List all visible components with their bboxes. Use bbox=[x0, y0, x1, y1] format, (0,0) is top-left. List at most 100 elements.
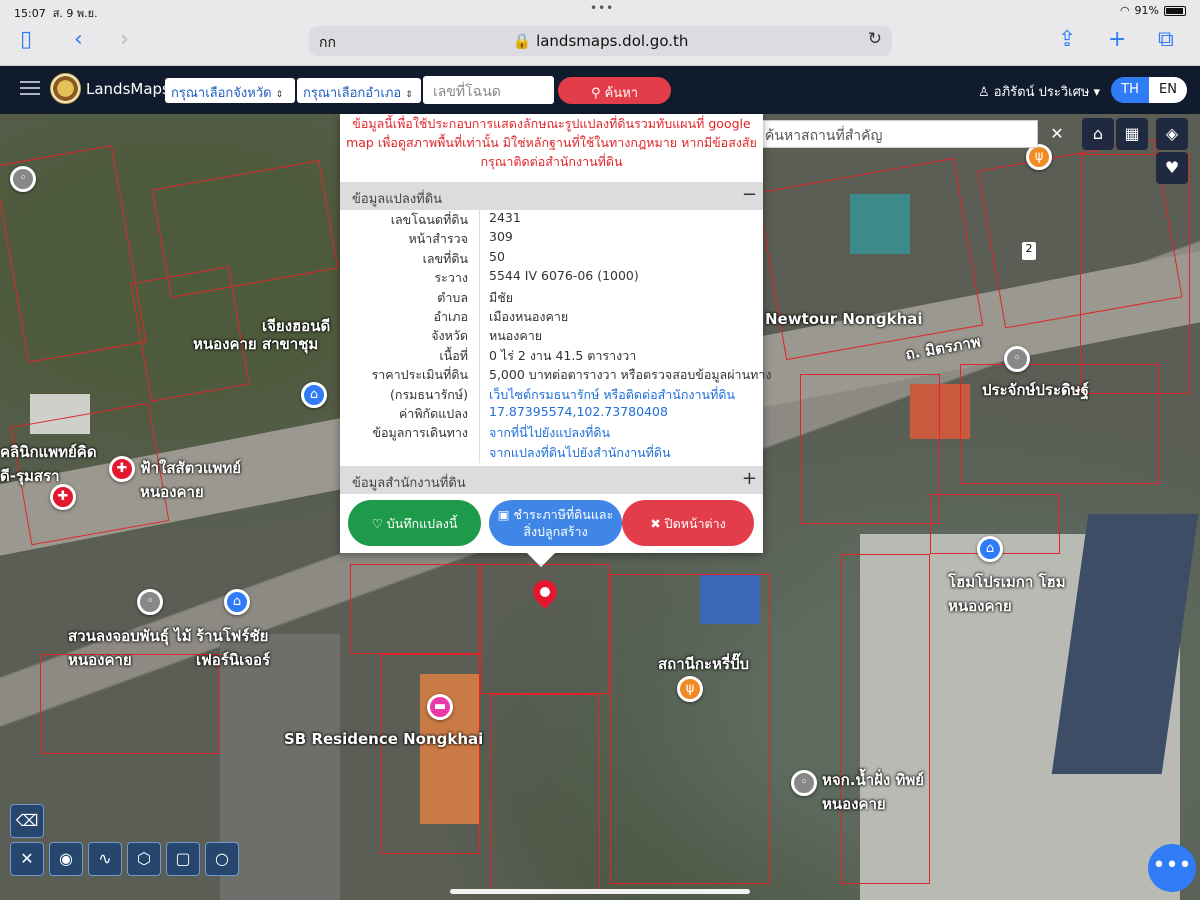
search-button[interactable]: ⚲ ค้นหา bbox=[558, 77, 671, 104]
expand-icon[interactable]: + bbox=[742, 468, 757, 489]
detail-row: ค่าพิกัดแปลง 17.87395574,102.73780408 bbox=[398, 403, 668, 421]
address-bar[interactable]: กก 🔒 landsmaps.dol.go.th ↻ bbox=[309, 26, 892, 56]
app-navbar: LandsMaps กรุณาเลือกจังหวัด ⇕ กรุณาเลือกอ… bbox=[0, 66, 1200, 114]
map-label: หจก.น้ำฝั่ง ทิพย์หนองคาย bbox=[822, 771, 925, 813]
lock-icon: 🔒 bbox=[512, 32, 532, 50]
map-label: โฮมโปรเมกา โฮม หนองคาย bbox=[948, 573, 1066, 615]
deed-number-input[interactable]: เลขที่โฉนด bbox=[423, 76, 554, 104]
tabs-icon[interactable]: ⧉ bbox=[1158, 28, 1174, 52]
close-icon[interactable]: ✕ bbox=[1044, 120, 1070, 148]
parcel-outline bbox=[490, 694, 600, 894]
poi-pin[interactable]: ◦ bbox=[10, 166, 36, 192]
detail-row: เลขโฉนดที่ดิน 2431 bbox=[390, 210, 521, 227]
parcel-location-pin-icon[interactable] bbox=[528, 575, 562, 618]
directions-to-office-link[interactable]: จากแปลงที่ดินไปยังสำนักงานที่ดิน bbox=[489, 443, 671, 463]
place-search-input[interactable]: ค้นหาสถานที่สำคัญ bbox=[758, 120, 1038, 148]
parcel-outline bbox=[350, 564, 480, 654]
parcel-outline bbox=[380, 654, 480, 854]
road-number-badge: 2 bbox=[1022, 242, 1036, 260]
disclaimer-notice: ข้อมูลนี้เพื่อใช้ประกอบการแสดงลักษณะรูปแ… bbox=[346, 116, 757, 169]
rectangle-tool-icon[interactable]: ▢ bbox=[166, 842, 200, 876]
dol-logo bbox=[50, 73, 81, 104]
detail-row: ข้อมูลการเดินทาง จากที่นี่ไปยังแปลงที่ดิน bbox=[340, 423, 763, 442]
save-parcel-button[interactable]: ♡ บันทึกแปลงนี้ bbox=[348, 500, 481, 546]
eraser-icon[interactable]: ⌫ bbox=[10, 804, 44, 838]
map-label: สถานีกะหรี่ปั๊บ bbox=[658, 655, 750, 673]
detail-row: เลขที่ดิน 50 bbox=[422, 248, 505, 266]
map-label: SB Residence Nongkhai bbox=[284, 730, 484, 748]
map-label: ร้านโฟร์ชัย เฟอร์นิเจอร์ bbox=[196, 627, 271, 669]
poi-pin[interactable]: ◦ bbox=[137, 589, 163, 615]
detail-row: ระวาง 5544 IV 6076-06 (1000) bbox=[434, 268, 639, 286]
browser-chrome: 15:07 ส. 9 พ.ย. ••• ◠ 91% ▯ ‹ › กก 🔒 lan… bbox=[0, 0, 1200, 66]
qr-icon: ▣ bbox=[497, 507, 510, 522]
map-label: คลินิกแพทย์คิดดี-รุมสรา bbox=[0, 443, 97, 485]
shop-pin-icon[interactable]: ⌂ bbox=[224, 589, 250, 615]
chevron-down-icon: ▾ bbox=[1093, 85, 1101, 100]
close-window-button[interactable]: ✖ ปิดหน้าต่าง bbox=[622, 500, 754, 546]
coordinate-link[interactable]: 17.87395574,102.73780408 bbox=[489, 404, 668, 419]
line-tool-icon[interactable]: ∿ bbox=[88, 842, 122, 876]
shop-pin-icon[interactable]: ⌂ bbox=[301, 382, 327, 408]
detail-row: อำเภอ เมืองหนองคาย bbox=[433, 308, 569, 324]
parcel-details: เลขโฉนดที่ดิน 2431 หน้าสำรวจ 309 เลขที่ดิน… bbox=[340, 210, 772, 462]
point-tool-icon[interactable]: ◉ bbox=[49, 842, 83, 876]
section-office-header[interactable]: ข้อมูลสำนักงานที่ดิน + bbox=[340, 466, 763, 494]
lang-th-button[interactable]: TH bbox=[1111, 77, 1149, 103]
multitask-dots[interactable]: ••• bbox=[590, 1, 614, 15]
hotel-pin-icon[interactable]: ▬ bbox=[427, 694, 453, 720]
close-icon: ✖ bbox=[650, 515, 661, 531]
user-menu[interactable]: ♙ อภิรัตน์ ประวิเศษ ▾ bbox=[978, 81, 1100, 102]
layers-icon[interactable]: ◈ bbox=[1156, 118, 1188, 150]
treasury-website-link[interactable]: เว็บไซต์กรมธนารักษ์ หรือติดต่อสำนักงานที… bbox=[489, 385, 735, 405]
shop-pin-icon[interactable]: ⌂ bbox=[977, 536, 1003, 562]
search-icon: ⚲ bbox=[590, 86, 601, 101]
detail-row: ราคาประเมินที่ดิน 5,000 บาทต่อตารางวา หรื… bbox=[371, 367, 772, 383]
chevron-updown-icon: ⇕ bbox=[275, 90, 284, 100]
wifi-icon: ◠ bbox=[1119, 4, 1130, 17]
more-options-icon[interactable]: ••• bbox=[1148, 844, 1196, 892]
map-label: สวนลงจอบพันธุ์ ไม้หนองคาย bbox=[68, 627, 192, 669]
map-label: Newtour Nongkhai bbox=[765, 310, 923, 328]
popup-pointer bbox=[527, 553, 555, 567]
collapse-icon[interactable]: − bbox=[742, 184, 757, 205]
circle-tool-icon[interactable]: ○ bbox=[205, 842, 239, 876]
directions-to-parcel-link[interactable]: จากที่นี่ไปยังแปลงที่ดิน bbox=[489, 423, 610, 443]
detail-row: หน้าสำรวจ 309 bbox=[408, 229, 513, 247]
home-icon[interactable]: ⌂ bbox=[1082, 118, 1114, 150]
medical-pin-icon[interactable]: ✚ bbox=[50, 484, 76, 510]
map-label: ประจักษ์ประดิษฐ์ bbox=[982, 381, 1089, 399]
user-icon: ♙ bbox=[978, 85, 990, 100]
lang-en-button[interactable]: EN bbox=[1149, 77, 1187, 103]
restaurant-pin-icon[interactable]: ψ bbox=[677, 676, 703, 702]
map-label: ฟ้าใสสัตวแพทย์ หนองคาย bbox=[140, 459, 242, 501]
polygon-tool-icon[interactable]: ⬡ bbox=[127, 842, 161, 876]
measure-tool-icon[interactable]: ✕ bbox=[10, 842, 44, 876]
favorite-heart-icon[interactable]: ♥ bbox=[1156, 152, 1188, 184]
detail-row: (กรมธนารักษ์) เว็บไซต์กรมธนารักษ์ หรือติด… bbox=[340, 385, 763, 404]
menu-icon[interactable] bbox=[20, 81, 40, 95]
forward-icon[interactable]: › bbox=[120, 28, 129, 52]
sidebar-icon[interactable]: ▯ bbox=[20, 28, 32, 52]
pay-tax-button[interactable]: ▣ ชำระภาษีที่ดินและ สิ่งปลูกสร้าง bbox=[489, 500, 622, 546]
medical-pin-icon[interactable]: ✚ bbox=[109, 456, 135, 482]
share-icon[interactable]: ⇪ bbox=[1058, 28, 1076, 52]
detail-row: เนื้อที่ 0 ไร่ 2 งาน 41.5 ตารางวา bbox=[439, 347, 637, 363]
section-parcel-header[interactable]: ข้อมูลแปลงที่ดิน − bbox=[340, 182, 763, 210]
poi-pin[interactable]: ◦ bbox=[1004, 346, 1030, 372]
poi-pin[interactable]: ◦ bbox=[791, 770, 817, 796]
parcel-outline bbox=[756, 157, 984, 361]
parcel-outline bbox=[1080, 154, 1190, 394]
reload-icon[interactable]: ↻ bbox=[868, 29, 882, 49]
district-select[interactable]: กรุณาเลือกอำเภอ ⇕ bbox=[297, 78, 421, 103]
status-battery: ◠ 91% bbox=[1120, 4, 1186, 17]
detail-row: จังหวัด หนองคาย bbox=[431, 328, 543, 344]
parcel-outline bbox=[151, 160, 339, 298]
detail-row: จากแปลงที่ดินไปยังสำนักงานที่ดิน bbox=[340, 443, 763, 462]
new-tab-icon[interactable]: + bbox=[1108, 28, 1126, 52]
brand-title: LandsMaps bbox=[86, 80, 170, 98]
back-icon[interactable]: ‹ bbox=[74, 28, 83, 52]
grid-icon[interactable]: ▦ bbox=[1116, 118, 1148, 150]
detail-row: ตำบล มีชัย bbox=[437, 289, 514, 305]
province-select[interactable]: กรุณาเลือกจังหวัด ⇕ bbox=[165, 78, 295, 103]
